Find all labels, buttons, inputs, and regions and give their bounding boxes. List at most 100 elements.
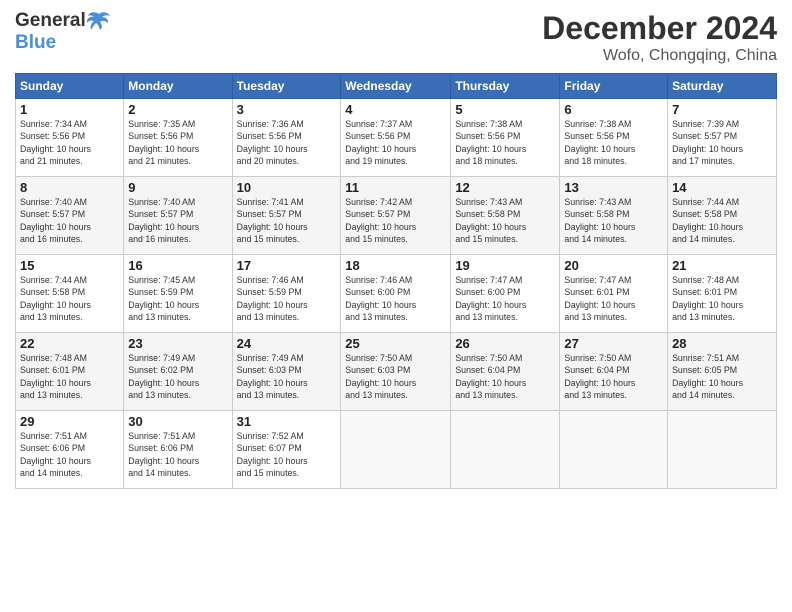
- header-thursday: Thursday: [451, 74, 560, 99]
- logo-general-text: General: [15, 10, 86, 32]
- calendar-day-cell: 23 Sunrise: 7:49 AMSunset: 6:02 PMDaylig…: [124, 333, 232, 411]
- calendar-day-cell: 5 Sunrise: 7:38 AMSunset: 5:56 PMDayligh…: [451, 99, 560, 177]
- day-number: 10: [237, 180, 337, 195]
- day-info: Sunrise: 7:52 AMSunset: 6:07 PMDaylight:…: [237, 431, 308, 478]
- header-tuesday: Tuesday: [232, 74, 341, 99]
- day-info: Sunrise: 7:47 AMSunset: 6:01 PMDaylight:…: [564, 275, 635, 322]
- day-number: 12: [455, 180, 555, 195]
- day-info: Sunrise: 7:44 AMSunset: 5:58 PMDaylight:…: [672, 197, 743, 244]
- calendar-week-row: 8 Sunrise: 7:40 AMSunset: 5:57 PMDayligh…: [16, 177, 777, 255]
- day-number: 20: [564, 258, 663, 273]
- day-info: Sunrise: 7:47 AMSunset: 6:00 PMDaylight:…: [455, 275, 526, 322]
- logo: General Blue: [15, 10, 112, 54]
- calendar-day-cell: 25 Sunrise: 7:50 AMSunset: 6:03 PMDaylig…: [341, 333, 451, 411]
- day-info: Sunrise: 7:41 AMSunset: 5:57 PMDaylight:…: [237, 197, 308, 244]
- page-header: General Blue December 2024 Wofo, Chongqi…: [15, 10, 777, 65]
- day-number: 22: [20, 336, 119, 351]
- calendar-day-cell: 19 Sunrise: 7:47 AMSunset: 6:00 PMDaylig…: [451, 255, 560, 333]
- day-info: Sunrise: 7:50 AMSunset: 6:03 PMDaylight:…: [345, 353, 416, 400]
- calendar-week-row: 29 Sunrise: 7:51 AMSunset: 6:06 PMDaylig…: [16, 411, 777, 489]
- calendar-day-cell: 30 Sunrise: 7:51 AMSunset: 6:06 PMDaylig…: [124, 411, 232, 489]
- day-info: Sunrise: 7:42 AMSunset: 5:57 PMDaylight:…: [345, 197, 416, 244]
- day-number: 19: [455, 258, 555, 273]
- calendar-day-cell: 12 Sunrise: 7:43 AMSunset: 5:58 PMDaylig…: [451, 177, 560, 255]
- day-number: 25: [345, 336, 446, 351]
- calendar-day-cell: 29 Sunrise: 7:51 AMSunset: 6:06 PMDaylig…: [16, 411, 124, 489]
- calendar-day-cell: 11 Sunrise: 7:42 AMSunset: 5:57 PMDaylig…: [341, 177, 451, 255]
- calendar-week-row: 15 Sunrise: 7:44 AMSunset: 5:58 PMDaylig…: [16, 255, 777, 333]
- day-number: 15: [20, 258, 119, 273]
- calendar-day-cell: [451, 411, 560, 489]
- calendar-day-cell: 6 Sunrise: 7:38 AMSunset: 5:56 PMDayligh…: [560, 99, 668, 177]
- day-number: 21: [672, 258, 772, 273]
- day-number: 28: [672, 336, 772, 351]
- day-info: Sunrise: 7:48 AMSunset: 6:01 PMDaylight:…: [672, 275, 743, 322]
- day-number: 6: [564, 102, 663, 117]
- logo-bird-icon: [86, 10, 112, 32]
- day-info: Sunrise: 7:40 AMSunset: 5:57 PMDaylight:…: [128, 197, 199, 244]
- calendar-week-row: 22 Sunrise: 7:48 AMSunset: 6:01 PMDaylig…: [16, 333, 777, 411]
- header-wednesday: Wednesday: [341, 74, 451, 99]
- day-info: Sunrise: 7:37 AMSunset: 5:56 PMDaylight:…: [345, 119, 416, 166]
- day-info: Sunrise: 7:45 AMSunset: 5:59 PMDaylight:…: [128, 275, 199, 322]
- day-info: Sunrise: 7:51 AMSunset: 6:05 PMDaylight:…: [672, 353, 743, 400]
- calendar-day-cell: 18 Sunrise: 7:46 AMSunset: 6:00 PMDaylig…: [341, 255, 451, 333]
- calendar-day-cell: 9 Sunrise: 7:40 AMSunset: 5:57 PMDayligh…: [124, 177, 232, 255]
- day-number: 2: [128, 102, 227, 117]
- calendar-day-cell: 1 Sunrise: 7:34 AMSunset: 5:56 PMDayligh…: [16, 99, 124, 177]
- day-number: 17: [237, 258, 337, 273]
- day-info: Sunrise: 7:39 AMSunset: 5:57 PMDaylight:…: [672, 119, 743, 166]
- day-info: Sunrise: 7:51 AMSunset: 6:06 PMDaylight:…: [128, 431, 199, 478]
- day-number: 13: [564, 180, 663, 195]
- day-info: Sunrise: 7:40 AMSunset: 5:57 PMDaylight:…: [20, 197, 91, 244]
- day-number: 8: [20, 180, 119, 195]
- calendar-day-cell: [560, 411, 668, 489]
- calendar-day-cell: 17 Sunrise: 7:46 AMSunset: 5:59 PMDaylig…: [232, 255, 341, 333]
- calendar-day-cell: 26 Sunrise: 7:50 AMSunset: 6:04 PMDaylig…: [451, 333, 560, 411]
- day-info: Sunrise: 7:46 AMSunset: 5:59 PMDaylight:…: [237, 275, 308, 322]
- calendar-day-cell: 3 Sunrise: 7:36 AMSunset: 5:56 PMDayligh…: [232, 99, 341, 177]
- calendar-table: Sunday Monday Tuesday Wednesday Thursday…: [15, 73, 777, 489]
- day-info: Sunrise: 7:46 AMSunset: 6:00 PMDaylight:…: [345, 275, 416, 322]
- day-number: 27: [564, 336, 663, 351]
- day-info: Sunrise: 7:50 AMSunset: 6:04 PMDaylight:…: [455, 353, 526, 400]
- day-number: 31: [237, 414, 337, 429]
- day-number: 29: [20, 414, 119, 429]
- calendar-day-cell: 14 Sunrise: 7:44 AMSunset: 5:58 PMDaylig…: [668, 177, 777, 255]
- logo-blue-text: Blue: [15, 32, 56, 53]
- calendar-day-cell: 8 Sunrise: 7:40 AMSunset: 5:57 PMDayligh…: [16, 177, 124, 255]
- day-number: 18: [345, 258, 446, 273]
- calendar-day-cell: 22 Sunrise: 7:48 AMSunset: 6:01 PMDaylig…: [16, 333, 124, 411]
- calendar-day-cell: [668, 411, 777, 489]
- calendar-week-row: 1 Sunrise: 7:34 AMSunset: 5:56 PMDayligh…: [16, 99, 777, 177]
- day-info: Sunrise: 7:48 AMSunset: 6:01 PMDaylight:…: [20, 353, 91, 400]
- day-number: 9: [128, 180, 227, 195]
- main-title: December 2024: [542, 10, 777, 47]
- header-saturday: Saturday: [668, 74, 777, 99]
- day-info: Sunrise: 7:51 AMSunset: 6:06 PMDaylight:…: [20, 431, 91, 478]
- day-info: Sunrise: 7:35 AMSunset: 5:56 PMDaylight:…: [128, 119, 199, 166]
- day-number: 11: [345, 180, 446, 195]
- calendar-day-cell: 20 Sunrise: 7:47 AMSunset: 6:01 PMDaylig…: [560, 255, 668, 333]
- calendar-day-cell: 7 Sunrise: 7:39 AMSunset: 5:57 PMDayligh…: [668, 99, 777, 177]
- day-info: Sunrise: 7:38 AMSunset: 5:56 PMDaylight:…: [564, 119, 635, 166]
- day-info: Sunrise: 7:44 AMSunset: 5:58 PMDaylight:…: [20, 275, 91, 322]
- page-container: General Blue December 2024 Wofo, Chongqi…: [0, 0, 792, 612]
- header-friday: Friday: [560, 74, 668, 99]
- day-info: Sunrise: 7:49 AMSunset: 6:02 PMDaylight:…: [128, 353, 199, 400]
- subtitle: Wofo, Chongqing, China: [542, 47, 777, 65]
- day-info: Sunrise: 7:43 AMSunset: 5:58 PMDaylight:…: [564, 197, 635, 244]
- calendar-day-cell: 13 Sunrise: 7:43 AMSunset: 5:58 PMDaylig…: [560, 177, 668, 255]
- calendar-day-cell: 2 Sunrise: 7:35 AMSunset: 5:56 PMDayligh…: [124, 99, 232, 177]
- day-number: 4: [345, 102, 446, 117]
- day-number: 24: [237, 336, 337, 351]
- day-number: 23: [128, 336, 227, 351]
- calendar-day-cell: 21 Sunrise: 7:48 AMSunset: 6:01 PMDaylig…: [668, 255, 777, 333]
- day-number: 30: [128, 414, 227, 429]
- day-number: 1: [20, 102, 119, 117]
- calendar-day-cell: 4 Sunrise: 7:37 AMSunset: 5:56 PMDayligh…: [341, 99, 451, 177]
- calendar-day-cell: 15 Sunrise: 7:44 AMSunset: 5:58 PMDaylig…: [16, 255, 124, 333]
- day-number: 5: [455, 102, 555, 117]
- day-number: 7: [672, 102, 772, 117]
- day-number: 14: [672, 180, 772, 195]
